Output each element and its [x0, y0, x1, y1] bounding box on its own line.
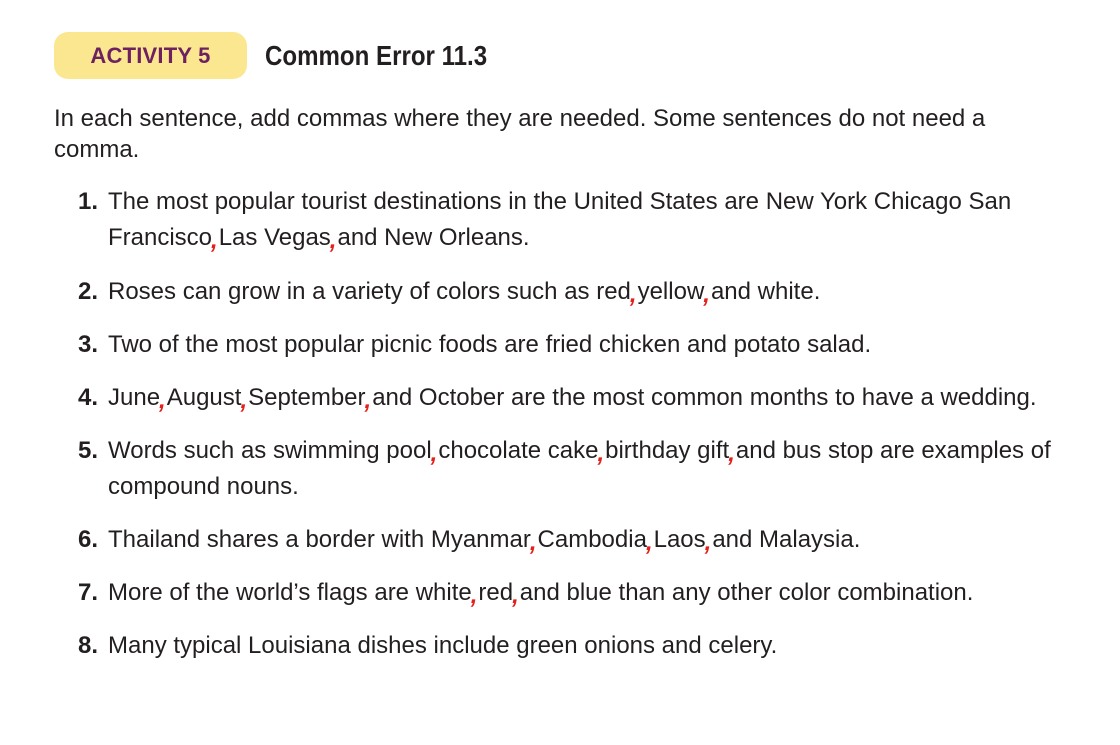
- sentence-text: Two of the most popular picnic foods are…: [98, 327, 1054, 363]
- list-item-4: 4. June,August,September,and October are…: [54, 380, 1054, 416]
- sentence-text: The most popular tourist destinations in…: [98, 184, 1054, 256]
- list-item-1: 1. The most popular tourist destinations…: [54, 184, 1054, 256]
- sentence-segment: and white.: [710, 278, 821, 305]
- sentence-text: More of the world’s flags are white,red,…: [98, 575, 1054, 611]
- activity-badge: ACTIVITY 5: [54, 32, 247, 79]
- sentence-segment: More of the world’s flags are white: [108, 579, 472, 606]
- item-number: 6.: [77, 526, 98, 553]
- sentence-segment: June: [108, 384, 161, 411]
- sentence-segment: birthday gift: [605, 437, 730, 464]
- inserted-comma: ,: [430, 440, 438, 467]
- sentence-text: Thailand shares a border with Myanmar,Ca…: [98, 522, 1054, 558]
- item-number: 2.: [77, 278, 98, 305]
- inserted-comma: ,: [364, 387, 372, 414]
- sentence-text: Roses can grow in a variety of colors su…: [98, 274, 1054, 310]
- sentence-segment: Cambodia: [537, 526, 647, 553]
- item-number: 8.: [77, 632, 98, 659]
- sentence-segment: yellow: [637, 278, 705, 305]
- sentence-segment: Las Vegas: [218, 224, 331, 251]
- item-number: 5.: [77, 437, 98, 464]
- list-item-6: 6. Thailand shares a border with Myanmar…: [54, 522, 1054, 558]
- inserted-comma: ,: [159, 387, 166, 414]
- sentence-segment: Two of the most popular picnic foods are…: [108, 331, 872, 358]
- sentence-segment: and blue than any other color combinatio…: [519, 579, 974, 606]
- inserted-comma: ,: [211, 227, 218, 254]
- sentence-segment: and Malaysia.: [712, 526, 861, 553]
- sentence-text: Words such as swimming pool,chocolate ca…: [98, 433, 1054, 505]
- sentence-list: 1. The most popular tourist destinations…: [54, 184, 1054, 664]
- item-number: 4.: [77, 384, 98, 411]
- sentence-segment: and New Orleans.: [337, 224, 530, 251]
- list-item-5: 5. Words such as swimming pool,chocolate…: [54, 433, 1054, 505]
- sentence-segment: Many typical Louisiana dishes include gr…: [108, 632, 778, 659]
- list-item-2: 2. Roses can grow in a variety of colors…: [54, 274, 1054, 310]
- inserted-comma: ,: [529, 529, 537, 556]
- inserted-comma: ,: [470, 582, 478, 609]
- inserted-comma: ,: [512, 582, 519, 609]
- item-number: 7.: [77, 579, 98, 606]
- sentence-segment: Thailand shares a border with Myanmar: [108, 526, 531, 553]
- inserted-comma: ,: [597, 440, 605, 467]
- sentence-segment: Laos: [653, 526, 706, 553]
- sentence-segment: Roses can grow in a variety of colors su…: [108, 278, 631, 305]
- list-item-3: 3. Two of the most popular picnic foods …: [54, 327, 1054, 363]
- inserted-comma: ,: [329, 227, 337, 254]
- inserted-comma: ,: [629, 281, 637, 308]
- sentence-segment: September: [248, 384, 366, 411]
- sentence-segment: red: [478, 579, 514, 606]
- sentence-segment: chocolate cake: [438, 437, 599, 464]
- sentence-segment: August: [166, 384, 242, 411]
- sentence-segment: Words such as swimming pool: [108, 437, 432, 464]
- activity-header: ACTIVITY 5 Common Error 11.3: [54, 32, 523, 79]
- activity-title: Common Error 11.3: [265, 39, 488, 71]
- sentence-text: Many typical Louisiana dishes include gr…: [98, 628, 1054, 664]
- item-number: 1.: [77, 188, 98, 215]
- inserted-comma: ,: [703, 281, 710, 308]
- sentence-text: June,August,September,and October are th…: [98, 380, 1054, 416]
- inserted-comma: ,: [728, 440, 735, 467]
- inserted-comma: ,: [645, 529, 653, 556]
- instructions-text: In each sentence, add commas where they …: [54, 105, 986, 163]
- inserted-comma: ,: [704, 529, 712, 556]
- item-number: 3.: [77, 331, 98, 358]
- list-item-7: 7. More of the world’s flags are white,r…: [54, 575, 1054, 611]
- sentence-segment: and October are the most common months t…: [372, 384, 1037, 411]
- inserted-comma: ,: [240, 387, 248, 414]
- list-item-8: 8. Many typical Louisiana dishes include…: [54, 628, 1054, 664]
